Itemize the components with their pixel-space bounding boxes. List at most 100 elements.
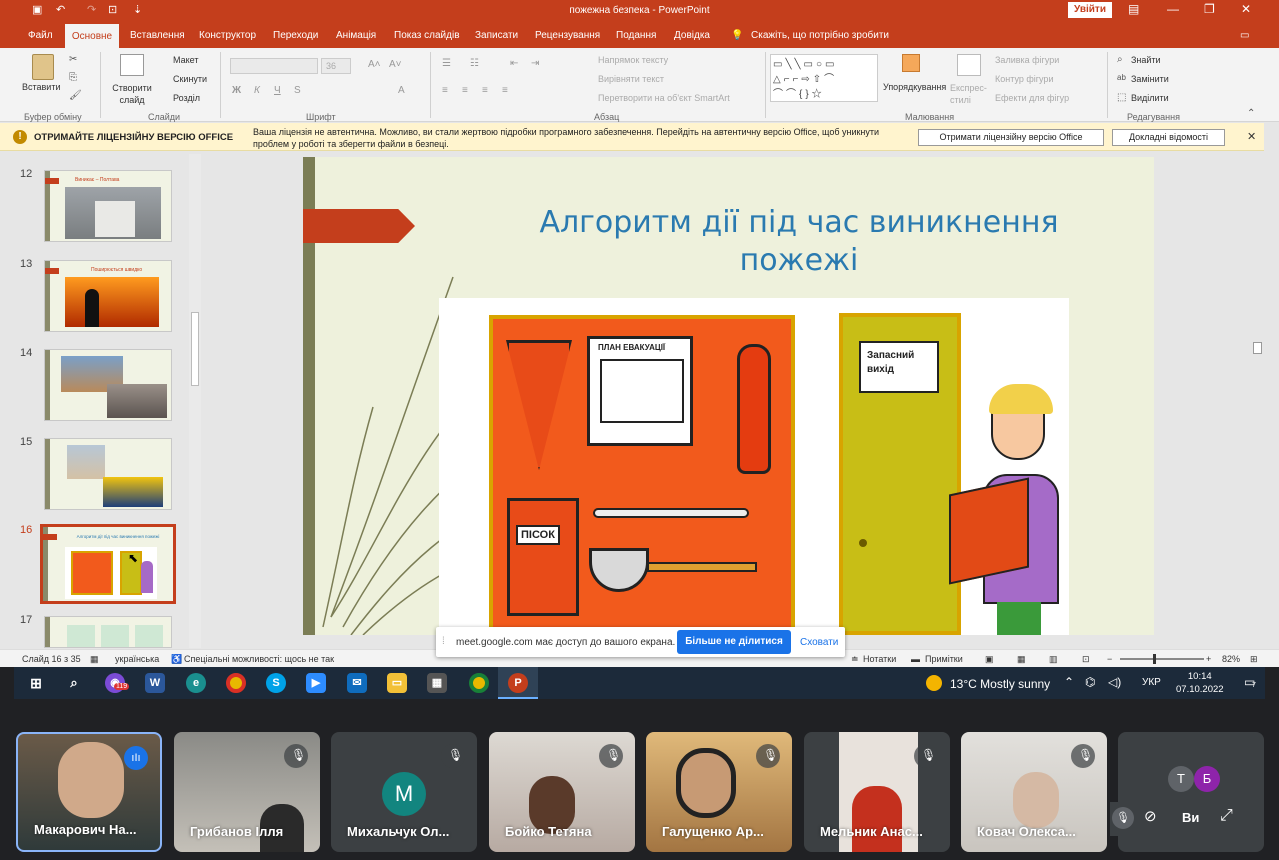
get-license-button[interactable]: Отримати ліцензійну версію Office (918, 129, 1104, 146)
details-button[interactable]: Докладні відомості (1112, 129, 1225, 146)
participant-tile[interactable]: 🎙 Бойко Тетяна (489, 732, 635, 852)
word-icon[interactable]: W (145, 673, 165, 693)
shrink-font-icon[interactable]: A˅ (389, 59, 402, 70)
copy-icon[interactable]: ⎘ (69, 72, 77, 83)
grow-font-icon[interactable]: A˄ (368, 59, 381, 70)
tab-review[interactable]: Рецензування (535, 30, 600, 41)
weather-status[interactable]: 13°C Mostly sunny (950, 677, 1050, 691)
close-icon[interactable]: ✕ (1241, 2, 1251, 16)
clock[interactable]: 10:14 07.10.2022 (1176, 670, 1224, 696)
search-icon[interactable]: ⌕ (64, 673, 84, 693)
arrange-icon[interactable] (902, 54, 920, 72)
mic-off-icon[interactable]: 🎙 (1112, 807, 1134, 829)
slide-sorter-icon[interactable]: ▦ (1017, 654, 1026, 665)
fire-safety-illustration[interactable]: ПЛАН ЕВАКУАЦІЇ ПІСОК Запасний вихід (439, 298, 1069, 635)
italic-button[interactable]: К (254, 85, 260, 96)
spellcheck-icon[interactable]: ▦ (90, 654, 99, 665)
font-color-icon[interactable]: A (398, 85, 405, 96)
input-language[interactable]: УКР (1142, 677, 1161, 688)
participant-tile[interactable]: ıIı Макарович На... (16, 732, 162, 852)
restore-icon[interactable]: ❐ (1204, 2, 1215, 16)
tab-file[interactable]: Файл (28, 30, 53, 41)
file-explorer-icon[interactable]: ▭ (387, 673, 407, 693)
self-view-tile[interactable]: Т Б 🎙 ⊘ Ви ⤢ (1110, 732, 1264, 852)
camera-off-icon[interactable]: ⊘ (1144, 807, 1157, 825)
participant-tile[interactable]: 🎙 Мельник Анас... (804, 732, 950, 852)
tab-transitions[interactable]: Переходи (273, 30, 318, 41)
mail-icon[interactable]: ✉ (347, 673, 367, 693)
edge-icon[interactable]: e (186, 673, 206, 693)
slide-thumbnail-13[interactable]: Поширюється швидко (44, 260, 172, 332)
shape-outline-button[interactable]: Контур фігури (995, 74, 1053, 84)
tab-view[interactable]: Подання (616, 30, 656, 41)
format-painter-icon[interactable]: 🖌 (69, 90, 82, 101)
bullets-icon[interactable]: ☰ (442, 58, 451, 69)
slide-thumbnail-15[interactable] (44, 438, 172, 510)
slide-scrollbar[interactable] (1251, 152, 1264, 648)
bold-button[interactable]: Ж (232, 85, 241, 96)
tab-record[interactable]: Записати (475, 30, 518, 41)
hide-button[interactable]: Сховати (800, 637, 838, 648)
zoom-slider[interactable] (1120, 654, 1204, 664)
find-button[interactable]: Знайти (1131, 55, 1161, 65)
thumbnails-scrollbar[interactable] (189, 154, 201, 648)
new-slide-icon[interactable] (120, 54, 144, 76)
slide-thumbnail-14[interactable] (44, 349, 172, 421)
participant-tile[interactable]: М 🎙 Михальчук Ол... (331, 732, 477, 852)
reading-view-icon[interactable]: ▥ (1049, 654, 1058, 665)
language-status[interactable]: українська (115, 654, 159, 664)
windows-start-icon[interactable]: ⊞ (26, 673, 46, 693)
quick-styles-button[interactable]: Експрес-стилі (950, 82, 992, 106)
indent-icon[interactable]: ⇤ (510, 58, 518, 69)
powerpoint-icon[interactable]: P (508, 673, 528, 693)
underline-button[interactable]: Ч (274, 85, 281, 96)
section-button[interactable]: Розділ (173, 93, 200, 103)
numbering-icon[interactable]: ☷ (470, 58, 479, 69)
store-icon[interactable]: ▦ (427, 673, 447, 693)
layout-button[interactable]: Макет (173, 55, 198, 65)
sign-in-button[interactable]: Увійти (1068, 2, 1112, 18)
justify-icon[interactable]: ≡ (502, 85, 508, 96)
slide-thumbnail-17[interactable] (44, 616, 172, 648)
volume-icon[interactable]: ◁) (1108, 675, 1121, 689)
align-text-button[interactable]: Вирівняти текст (598, 74, 664, 84)
zoom-out-icon[interactable]: − (1107, 654, 1112, 664)
align-right-icon[interactable]: ≡ (482, 85, 488, 96)
slide-title[interactable]: Алгоритм дії під час виникнення пожежі (519, 204, 1079, 280)
tell-me-search[interactable]: Скажіть, що потрібно зробити (751, 30, 889, 41)
chrome-icon[interactable] (226, 673, 246, 693)
fit-to-window-icon[interactable]: ⊞ (1250, 654, 1258, 665)
slide-canvas[interactable]: Алгоритм дії під час виникнення пожежі П… (303, 157, 1154, 635)
slide-thumbnail-16-selected[interactable]: Алгоритм дії під час виникнення пожежі (40, 524, 176, 604)
arrange-button[interactable]: Упорядкування (883, 82, 946, 92)
stop-sharing-button[interactable]: Більше не ділитися (677, 630, 791, 654)
shape-fill-button[interactable]: Заливка фігури (995, 55, 1059, 65)
close-warning-icon[interactable]: ✕ (1247, 130, 1256, 143)
shape-effects-button[interactable]: Ефекти для фігур (995, 93, 1069, 103)
new-slide-button[interactable]: Створити слайд (110, 82, 154, 106)
shadow-button[interactable]: S (294, 85, 301, 96)
accessibility-status[interactable]: Спеціальні можливості: щось не так (184, 654, 334, 664)
shapes-gallery[interactable]: ▭╲╲▭○▭ △⌐⌐⇨⇧⌒ ⌒⌒{}☆ (770, 54, 878, 102)
notes-button[interactable]: Нотатки (863, 654, 896, 664)
normal-view-icon[interactable]: ▣ (985, 654, 994, 665)
slideshow-view-icon[interactable]: ⊡ (1082, 654, 1090, 665)
ribbon-display-icon[interactable]: ▤ (1128, 2, 1139, 16)
slide-thumbnail-12[interactable]: Виникає – Полтава (44, 170, 172, 242)
text-direction-button[interactable]: Напрямок тексту (598, 55, 668, 65)
quick-styles-icon[interactable] (957, 54, 981, 76)
zoom-in-icon[interactable]: + (1206, 654, 1211, 664)
comments-icon[interactable]: ▭ (1240, 30, 1249, 41)
tab-design[interactable]: Конструктор (199, 30, 256, 41)
collapse-ribbon-icon[interactable]: ⌃ (1247, 108, 1255, 119)
skype-icon[interactable]: S (266, 673, 286, 693)
participant-tile[interactable]: 🎙 Грибанов Ілля (174, 732, 320, 852)
expand-icon[interactable]: ⤢ (1220, 807, 1233, 825)
show-hidden-icons[interactable]: ⌃ (1064, 675, 1074, 689)
reset-button[interactable]: Скинути (173, 74, 207, 84)
align-left-icon[interactable]: ≡ (442, 85, 448, 96)
font-size-box[interactable]: 36 (321, 58, 351, 74)
network-icon[interactable]: ⌬ (1085, 675, 1095, 689)
tab-animations[interactable]: Анімація (336, 30, 376, 41)
paste-icon[interactable] (32, 54, 54, 80)
